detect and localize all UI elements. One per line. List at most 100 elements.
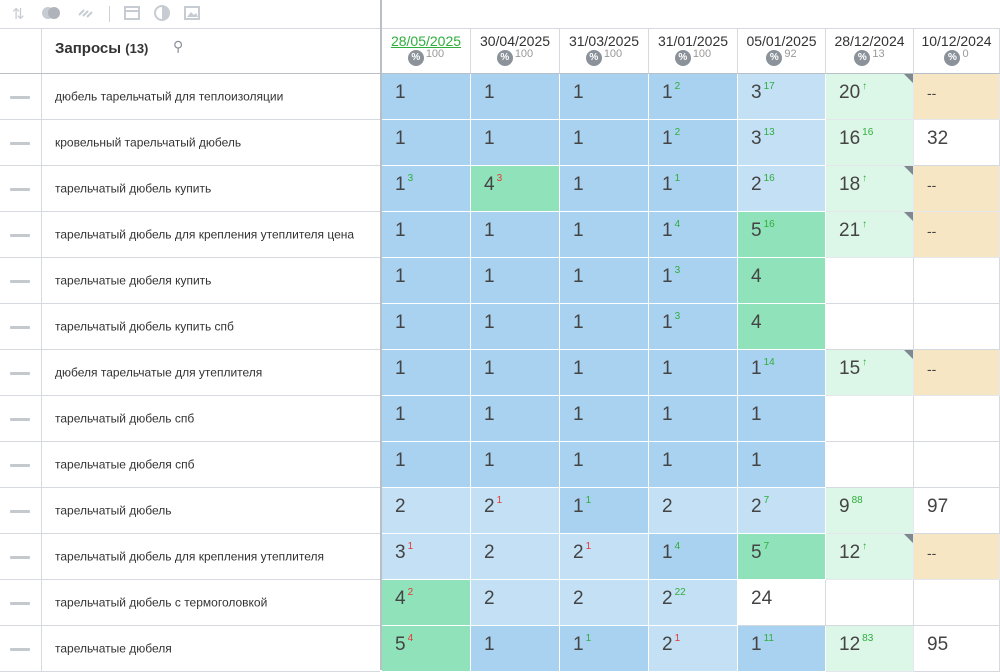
row-dash-icon[interactable] [10,555,30,559]
position-cell[interactable]: 5 16 [738,212,826,258]
row-dash-icon[interactable] [10,233,30,237]
position-cell[interactable] [826,396,914,442]
position-cell[interactable]: 15 ↑ [826,350,914,396]
row-dash-icon[interactable] [10,463,30,467]
position-cell[interactable] [826,442,914,488]
position-cell[interactable]: 21 ↑ [826,212,914,258]
position-cell[interactable]: 1 [560,166,649,212]
row-handle-cell[interactable] [0,534,42,579]
position-cell[interactable]: 57 [738,534,826,580]
position-cell[interactable]: 1 [560,74,649,120]
position-cell[interactable]: 11 [560,626,649,672]
position-cell[interactable]: 1 [649,396,738,442]
row-dash-icon[interactable] [10,647,30,651]
date-label[interactable]: 30/04/2025 [471,33,559,49]
position-cell[interactable] [914,304,1000,350]
position-cell[interactable]: -- [914,74,1000,120]
position-cell[interactable]: 1 [738,396,826,442]
row-handle-cell[interactable] [0,166,42,211]
position-cell[interactable]: 1 [471,120,560,166]
position-cell[interactable]: 1 [382,442,471,488]
position-cell[interactable]: 54 [382,626,471,672]
position-cell[interactable] [826,580,914,626]
table-icon[interactable] [123,5,140,23]
position-cell[interactable]: 1 [649,350,738,396]
position-cell[interactable]: 1 [560,212,649,258]
date-label[interactable]: 28/05/2025 [382,33,470,49]
position-cell[interactable]: 1 [560,396,649,442]
row-handle-cell[interactable] [0,350,42,395]
row-handle-cell[interactable] [0,396,42,441]
position-cell[interactable]: 2 [560,580,649,626]
position-cell[interactable]: 32 [914,120,1000,166]
position-cell[interactable]: 1 [382,304,471,350]
position-cell[interactable]: 95 [914,626,1000,672]
position-cell[interactable]: 14 [649,534,738,580]
row-handle-cell[interactable] [0,580,42,625]
date-label[interactable]: 10/12/2024 [914,33,999,49]
position-cell[interactable]: 1 [382,396,471,442]
position-cell[interactable] [826,304,914,350]
position-cell[interactable]: -- [914,534,1000,580]
position-cell[interactable]: 2 [382,488,471,534]
row-dash-icon[interactable] [10,417,30,421]
row-dash-icon[interactable] [10,601,30,605]
position-cell[interactable]: 21 [471,488,560,534]
row-handle-cell[interactable] [0,120,42,165]
position-cell[interactable]: 42 [382,580,471,626]
position-cell[interactable]: 16 16 [826,120,914,166]
row-dash-icon[interactable] [10,187,30,191]
position-cell[interactable]: 14 [649,212,738,258]
position-cell[interactable]: 1 [471,626,560,672]
row-dash-icon[interactable] [10,279,30,283]
position-cell[interactable]: 97 [914,488,1000,534]
position-cell[interactable]: 1 [471,442,560,488]
date-label[interactable]: 05/01/2025 [738,33,825,49]
row-dash-icon[interactable] [10,141,30,145]
position-cell[interactable]: 1 [560,350,649,396]
position-cell[interactable]: 1 [382,120,471,166]
position-cell[interactable]: 1 [382,74,471,120]
date-column-header[interactable]: 30/04/2025% 100 [471,28,560,74]
position-cell[interactable]: 1 [738,442,826,488]
row-dash-icon[interactable] [10,95,30,99]
position-cell[interactable]: 1 14 [738,350,826,396]
date-column-header[interactable]: 05/01/2025% 92 [738,28,826,74]
position-cell[interactable]: 1 [382,350,471,396]
position-cell[interactable] [914,396,1000,442]
position-cell[interactable]: 18 ↑ [826,166,914,212]
position-cell[interactable]: 2 16 [738,166,826,212]
row-handle-cell[interactable] [0,212,42,257]
position-cell[interactable]: 4 [738,258,826,304]
select-all-column[interactable] [0,29,42,73]
position-cell[interactable]: 27 [738,488,826,534]
position-cell[interactable]: 11 [560,488,649,534]
position-cell[interactable]: 13 [649,304,738,350]
position-cell[interactable]: 1 [382,212,471,258]
position-cell[interactable] [826,258,914,304]
date-label[interactable]: 28/12/2024 [826,33,913,49]
row-handle-cell[interactable] [0,626,42,671]
row-dash-icon[interactable] [10,371,30,375]
row-handle-cell[interactable] [0,488,42,533]
position-cell[interactable]: 1 [649,442,738,488]
position-cell[interactable]: 1 [471,304,560,350]
position-cell[interactable]: 1 [471,350,560,396]
position-cell[interactable]: 1 [471,258,560,304]
position-cell[interactable]: 12 83 [826,626,914,672]
position-cell[interactable]: 1 [471,74,560,120]
position-cell[interactable]: 1 [560,120,649,166]
position-cell[interactable]: 9 88 [826,488,914,534]
sort-icon[interactable]: ⇅ [12,7,25,22]
position-cell[interactable]: 2 [471,580,560,626]
position-cell[interactable]: 12 [649,74,738,120]
date-column-header[interactable]: 28/05/2025% 100 [382,28,471,74]
position-cell[interactable]: 1 [471,396,560,442]
row-handle-cell[interactable] [0,442,42,487]
row-dash-icon[interactable] [10,325,30,329]
position-cell[interactable]: 24 [738,580,826,626]
link-icon[interactable] [77,6,95,23]
position-cell[interactable]: 1 [560,258,649,304]
position-cell[interactable]: 12 ↑ [826,534,914,580]
search-icon[interactable]: ⚲ [173,38,183,55]
